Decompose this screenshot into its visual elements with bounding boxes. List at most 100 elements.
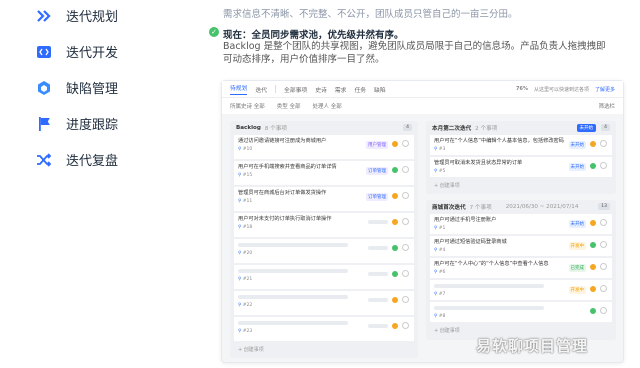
column-title: 本月第二次迭代 xyxy=(432,126,472,132)
avatar[interactable] xyxy=(402,140,409,147)
work-item-card[interactable]: ⚲ #7 开发中 xyxy=(430,280,612,300)
card-id-text: #10 xyxy=(242,147,253,152)
code-icon xyxy=(37,45,51,58)
feature-content: 需求信息不清晰、不完整、不公开，团队成员只管自己的一亩三分田。 ✓ 现在：全员同… xyxy=(207,0,640,368)
filter-assignee[interactable]: 处理人 全部 xyxy=(313,102,342,110)
status-tag: 订单管理 xyxy=(366,193,388,201)
zoom-level: 76% xyxy=(516,85,528,92)
card-id-text: #22 xyxy=(242,303,253,308)
tab-all[interactable]: 全部事项 xyxy=(284,85,307,94)
create-item-button[interactable]: + 创建事项 xyxy=(426,179,616,192)
product-screenshot: 待规划 迭代 全部事项 史诗 需求 任务 缺陷 76% 从这里可以快速到达各项 … xyxy=(221,80,624,363)
work-item-card[interactable]: 管理员可在商城后台对订单做发货操作 ⚲ #11 订单管理 xyxy=(234,187,414,211)
work-item-card[interactable]: 用户可在手机端搜索并查看商品的订单详情 ⚲ #15 订单管理 xyxy=(234,161,414,185)
avatar[interactable] xyxy=(600,307,607,314)
work-item-card[interactable]: ⚲ #22 xyxy=(234,291,414,315)
work-item-card[interactable]: 用户可通过短信验证码登录商城 ⚲ #4 开发中 xyxy=(430,236,612,256)
item-count: 7 个事项 xyxy=(469,205,492,211)
card-id: ⚲ #15 xyxy=(238,173,252,178)
avatar[interactable] xyxy=(600,263,607,270)
card-id: ⚲ #18 xyxy=(238,225,252,230)
sidebar-item-retro[interactable]: 迭代复盘 xyxy=(36,150,118,169)
sprint-column-1: 商城首次迭代 7 个事项 2021/06/30 ~ 2021/07/14 13 … xyxy=(426,200,616,340)
card-id: ⚲ #4 xyxy=(434,248,445,253)
card-id-text: #6 xyxy=(438,270,446,275)
learn-more-link[interactable]: 了解更多 xyxy=(595,86,615,93)
card-id-text: #15 xyxy=(242,173,253,178)
status-tag: 订单管理 xyxy=(366,167,388,175)
sidebar-item-bugs[interactable]: 缺陷管理 xyxy=(36,78,118,97)
card-id-text: #5 xyxy=(438,169,446,174)
hint-text: 从这里可以快速到达各项 xyxy=(533,86,589,93)
backlog-column: Backlog 8 个事项 4 通过访问邀请链接可注册成为商城用户 ⚲ #10 用户… xyxy=(230,121,418,358)
filter-epic[interactable]: 所属史诗 全部 xyxy=(230,102,265,110)
priority-dot xyxy=(590,242,596,248)
double-chevron-icon xyxy=(37,9,51,22)
avatar[interactable] xyxy=(402,192,409,199)
card-id-text: #8 xyxy=(438,314,446,319)
work-item-card[interactable]: 管理员可取消未发货且状态异常的订单 ⚲ #5 未开始 xyxy=(430,157,612,177)
card-id-text: #3 xyxy=(438,147,446,152)
card-list: 通过访问邀请链接可注册成为商城用户 ⚲ #10 用户管理 用户可在手机端搜索并查看商品… xyxy=(230,135,418,341)
shuffle-icon xyxy=(37,152,52,167)
priority-dot xyxy=(392,245,398,251)
sidebar-item-label: 缺陷管理 xyxy=(66,82,119,97)
sidebar-item-sprint-plan[interactable]: 迭代规划 xyxy=(36,6,118,25)
work-item-card[interactable]: 用户可通过手机号注册账户 ⚲ #1 未开始 xyxy=(430,214,612,234)
avatar[interactable] xyxy=(402,166,409,173)
filter-type[interactable]: 类型 全部 xyxy=(277,102,301,110)
create-item-button[interactable]: + 创建事项 xyxy=(230,343,418,356)
tab-task[interactable]: 任务 xyxy=(354,85,366,94)
avatar[interactable] xyxy=(402,322,409,329)
avatar[interactable] xyxy=(402,296,409,303)
tab-sprint[interactable]: 迭代 xyxy=(255,85,267,94)
work-item-card[interactable]: ⚲ #21 xyxy=(234,265,414,289)
card-id: ⚲ #23 xyxy=(238,329,252,334)
filter-toggle[interactable]: 筛选栏 xyxy=(598,102,615,110)
tab-epic[interactable]: 史诗 xyxy=(315,85,327,94)
work-item-card[interactable]: ⚲ #20 xyxy=(234,239,414,263)
sprint-dates: 2021/06/30 ~ 2021/07/14 xyxy=(505,204,579,210)
card-id-text: #7 xyxy=(438,292,446,297)
card-id: ⚲ #3 xyxy=(434,147,445,152)
top-right-tools: 76% 从这里可以快速到达各项 了解更多 xyxy=(516,86,615,93)
avatar[interactable] xyxy=(600,285,607,292)
avatar[interactable] xyxy=(600,219,607,226)
before-text: 需求信息不清晰、不完整、不公开，团队成员只管自己的一亩三分田。 xyxy=(223,9,518,20)
priority-dot xyxy=(590,264,596,270)
tab-bug[interactable]: 缺陷 xyxy=(374,85,386,94)
sidebar-item-sprint-dev[interactable]: 迭代开发 xyxy=(36,42,118,61)
work-item-card[interactable]: 用户可对未支付的订单执行取消订单操作 ⚲ #18 xyxy=(234,213,414,237)
status-tag: 未开始 xyxy=(568,163,586,171)
card-id-text: #21 xyxy=(242,277,253,282)
status-tag: 未开始 xyxy=(568,141,586,149)
avatar[interactable] xyxy=(600,140,607,147)
work-item-card[interactable]: 通过访问邀请链接可注册成为商城用户 ⚲ #10 用户管理 xyxy=(234,135,414,159)
sidebar-item-progress[interactable]: 进度跟踪 xyxy=(36,114,118,133)
work-item-card[interactable]: ⚲ #8 xyxy=(430,302,612,322)
item-count: 2 个事项 xyxy=(475,126,498,132)
column-title: 商城首次迭代 xyxy=(432,205,466,211)
work-item-card[interactable]: ⚲ #23 xyxy=(234,317,414,341)
status-tag: 未开始 xyxy=(568,220,586,228)
avatar[interactable] xyxy=(402,270,409,277)
tab-story[interactable]: 需求 xyxy=(335,85,347,94)
avatar[interactable] xyxy=(402,244,409,251)
work-item-card[interactable]: 用户可在“个人信息”中编辑个人基本信息，包括修改密码 ⚲ #3 未开始 xyxy=(430,135,612,155)
card-id-text: #4 xyxy=(438,248,446,253)
item-count: 8 个事项 xyxy=(264,126,287,132)
sidebar-item-label: 迭代开发 xyxy=(66,46,119,61)
card-id: ⚲ #10 xyxy=(238,147,252,152)
placeholder-bar xyxy=(368,324,388,328)
count-badge: 4 xyxy=(403,124,412,131)
priority-dot xyxy=(590,220,596,226)
tab-backlog[interactable]: 待规划 xyxy=(230,83,248,95)
status-badge: 未开始 xyxy=(576,124,596,132)
sprint-column-2: 本月第二次迭代 2 个事项 未开始 4 用户可在“个人信息”中编辑个人基本信息，… xyxy=(426,121,616,194)
avatar[interactable] xyxy=(600,162,607,169)
avatar[interactable] xyxy=(402,218,409,225)
avatar[interactable] xyxy=(600,241,607,248)
work-item-card[interactable]: 用户可在“个人中心”的“个人信息”中查看个人信息 ⚲ #6 已完成 xyxy=(430,258,612,278)
card-id: ⚲ #22 xyxy=(238,303,252,308)
card-id-text: #18 xyxy=(242,225,253,230)
